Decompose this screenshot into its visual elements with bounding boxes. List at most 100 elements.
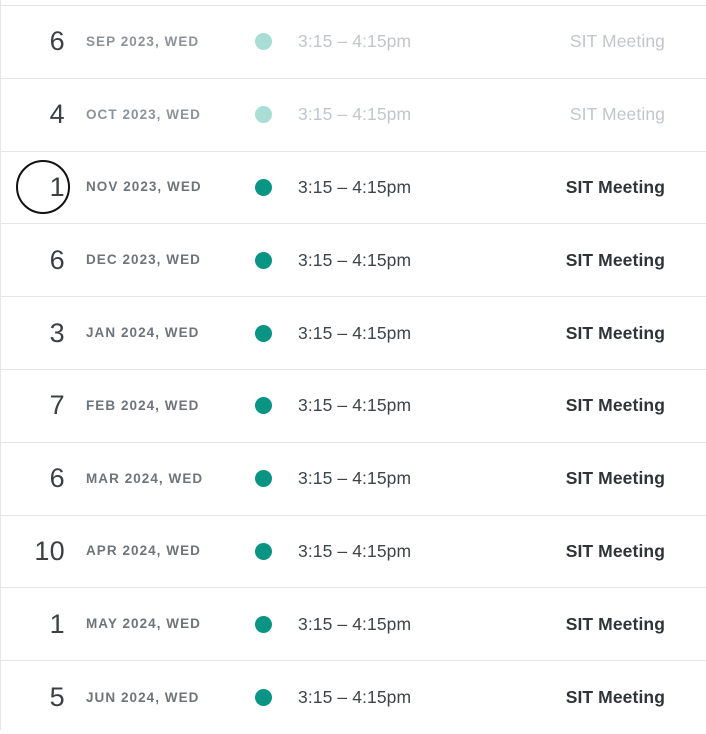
event-title: SIT Meeting bbox=[565, 468, 665, 489]
day-number-cell: 6 bbox=[1, 465, 65, 492]
event-title: SIT Meeting bbox=[565, 322, 665, 343]
table-row[interactable]: 7 FEB 2024, WED 3:15 – 4:15pm SIT Meetin… bbox=[1, 369, 706, 443]
date-label-cell: NOV 2023, WED bbox=[65, 178, 255, 196]
date-label-cell: SEP 2023, WED bbox=[65, 33, 255, 51]
event-title-cell: SIT Meeting bbox=[535, 541, 706, 562]
day-number-cell: 3 bbox=[1, 317, 65, 348]
day-number-cell: 1 bbox=[1, 160, 70, 215]
table-row[interactable]: 3 JAN 2024, WED 3:15 – 4:15pm SIT Meetin… bbox=[1, 297, 706, 370]
date-label-cell: MAR 2024, WED bbox=[65, 470, 255, 488]
date-label: FEB 2024, WED bbox=[86, 397, 200, 413]
time-range-cell: 3:15 – 4:15pm bbox=[295, 541, 535, 562]
status-dot-cell bbox=[255, 542, 295, 560]
event-title: SIT Meeting bbox=[565, 613, 665, 634]
status-dot-cell bbox=[255, 397, 295, 415]
time-range: 3:15 – 4:15pm bbox=[298, 104, 412, 125]
day-number: 6 bbox=[49, 26, 65, 57]
day-number: 5 bbox=[49, 682, 65, 713]
event-title: SIT Meeting bbox=[565, 540, 665, 561]
day-number: 6 bbox=[49, 463, 65, 494]
schedule-occurrence-list: 6 SEP 2023, WED 3:15 – 4:15pm SIT Meetin… bbox=[0, 0, 706, 734]
day-number: 1 bbox=[49, 608, 65, 639]
date-label-cell: DEC 2023, WED bbox=[65, 251, 255, 269]
day-number: 4 bbox=[49, 99, 65, 130]
status-dot-icon bbox=[255, 33, 272, 51]
status-dot-icon bbox=[255, 178, 272, 196]
table-row[interactable]: 6 SEP 2023, WED 3:15 – 4:15pm SIT Meetin… bbox=[1, 6, 706, 79]
status-dot-cell bbox=[255, 615, 295, 633]
status-dot-cell bbox=[255, 470, 295, 488]
occurrence-rows: 6 SEP 2023, WED 3:15 – 4:15pm SIT Meetin… bbox=[1, 6, 706, 734]
status-dot-icon bbox=[255, 470, 272, 488]
day-number: 1 bbox=[49, 171, 65, 202]
status-dot-cell bbox=[255, 324, 295, 342]
status-dot-icon bbox=[255, 689, 272, 707]
status-dot-cell bbox=[255, 106, 295, 124]
time-range-cell: 3:15 – 4:15pm bbox=[295, 104, 535, 125]
date-label: DEC 2023, WED bbox=[86, 252, 201, 268]
time-range: 3:15 – 4:15pm bbox=[298, 687, 412, 708]
day-number: 10 bbox=[34, 535, 65, 566]
status-dot-cell bbox=[255, 689, 295, 707]
time-range: 3:15 – 4:15pm bbox=[298, 31, 412, 52]
date-label: MAR 2024, WED bbox=[86, 470, 204, 486]
day-number: 6 bbox=[49, 244, 65, 275]
time-range: 3:15 – 4:15pm bbox=[298, 468, 412, 489]
event-title-cell: SIT Meeting bbox=[535, 323, 706, 344]
status-dot-icon bbox=[255, 324, 272, 342]
day-number-cell: 1 bbox=[1, 608, 65, 639]
date-label: JAN 2024, WED bbox=[86, 325, 200, 341]
time-range: 3:15 – 4:15pm bbox=[298, 249, 412, 270]
date-label-cell: OCT 2023, WED bbox=[65, 106, 255, 124]
table-row[interactable]: 10 APR 2024, WED 3:15 – 4:15pm SIT Meeti… bbox=[1, 515, 706, 589]
day-number-cell: 6 bbox=[1, 28, 65, 55]
day-number-cell: 6 bbox=[1, 244, 65, 275]
day-number-cell: 5 bbox=[1, 684, 65, 711]
day-number: 7 bbox=[49, 390, 65, 421]
date-label: JUN 2024, WED bbox=[86, 689, 200, 705]
table-row[interactable]: 4 OCT 2023, WED 3:15 – 4:15pm SIT Meetin… bbox=[1, 78, 706, 152]
time-range-cell: 3:15 – 4:15pm bbox=[295, 31, 535, 52]
time-range-cell: 3:15 – 4:15pm bbox=[295, 323, 535, 344]
event-title: SIT Meeting bbox=[569, 104, 665, 125]
date-label: NOV 2023, WED bbox=[86, 179, 202, 195]
date-label: MAY 2024, WED bbox=[86, 616, 201, 632]
time-range: 3:15 – 4:15pm bbox=[298, 540, 412, 561]
day-number: 3 bbox=[49, 317, 65, 348]
status-dot-cell bbox=[255, 33, 295, 51]
time-range-cell: 3:15 – 4:15pm bbox=[295, 468, 535, 489]
time-range-cell: 3:15 – 4:15pm bbox=[295, 687, 535, 708]
event-title-cell: SIT Meeting bbox=[535, 104, 706, 125]
event-title: SIT Meeting bbox=[565, 249, 665, 270]
day-number-cell: 10 bbox=[1, 535, 65, 566]
time-range-cell: 3:15 – 4:15pm bbox=[295, 614, 535, 635]
status-dot-icon bbox=[255, 542, 272, 560]
table-row[interactable]: 6 DEC 2023, WED 3:15 – 4:15pm SIT Meetin… bbox=[1, 224, 706, 298]
status-dot-icon bbox=[255, 397, 272, 415]
time-range-cell: 3:15 – 4:15pm bbox=[295, 250, 535, 271]
date-label: SEP 2023, WED bbox=[86, 33, 200, 49]
date-label-cell: JUN 2024, WED bbox=[65, 689, 255, 707]
time-range: 3:15 – 4:15pm bbox=[298, 322, 412, 343]
date-label: APR 2024, WED bbox=[86, 543, 201, 559]
time-range: 3:15 – 4:15pm bbox=[298, 395, 412, 416]
event-title: SIT Meeting bbox=[565, 687, 665, 708]
status-dot-icon bbox=[255, 251, 272, 269]
time-range-cell: 3:15 – 4:15pm bbox=[295, 177, 535, 198]
date-label-cell: APR 2024, WED bbox=[65, 542, 255, 560]
table-row[interactable]: 1 MAY 2024, WED 3:15 – 4:15pm SIT Meetin… bbox=[1, 588, 706, 662]
date-label: OCT 2023, WED bbox=[86, 106, 201, 122]
event-title-cell: SIT Meeting bbox=[535, 614, 706, 635]
status-dot-cell bbox=[255, 251, 295, 269]
date-label-cell: MAY 2024, WED bbox=[65, 615, 255, 633]
event-title-cell: SIT Meeting bbox=[535, 395, 706, 416]
table-row[interactable]: 5 JUN 2024, WED 3:15 – 4:15pm SIT Meetin… bbox=[1, 661, 706, 734]
table-row[interactable]: 1 NOV 2023, WED 3:15 – 4:15pm SIT Meetin… bbox=[1, 151, 706, 225]
status-dot-cell bbox=[255, 178, 295, 196]
table-row[interactable]: 6 MAR 2024, WED 3:15 – 4:15pm SIT Meetin… bbox=[1, 442, 706, 516]
event-title: SIT Meeting bbox=[565, 395, 665, 416]
day-number-cell: 4 bbox=[1, 101, 65, 128]
status-dot-icon bbox=[255, 615, 272, 633]
event-title-cell: SIT Meeting bbox=[535, 31, 706, 52]
event-title-cell: SIT Meeting bbox=[535, 250, 706, 271]
